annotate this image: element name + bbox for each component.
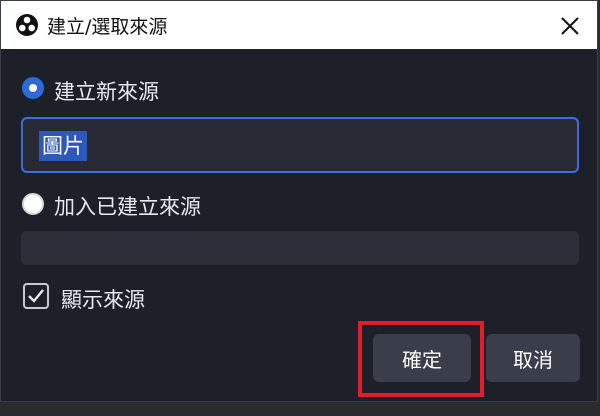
dialog-title: 建立/選取來源 [47, 16, 168, 38]
source-name-input[interactable]: 圖片 [21, 117, 579, 173]
add-existing-label: 加入已建立來源 [54, 195, 201, 219]
ok-button[interactable]: 確定 [373, 334, 471, 382]
create-new-radio[interactable] [22, 77, 44, 99]
close-icon[interactable] [557, 13, 583, 39]
add-existing-radio[interactable] [22, 193, 44, 215]
cancel-button[interactable]: 取消 [486, 334, 580, 382]
existing-source-select[interactable] [21, 231, 579, 265]
checkmark-icon [28, 289, 44, 303]
obs-logo-icon [16, 14, 38, 36]
show-source-checkbox[interactable] [23, 283, 49, 309]
source-name-value: 圖片 [39, 131, 87, 161]
show-source-label: 顯示來源 [61, 288, 145, 312]
title-bar: 建立/選取來源 [1, 1, 597, 49]
create-new-label: 建立新來源 [54, 80, 159, 104]
create-select-source-dialog: 建立/選取來源 建立新來源 圖片 加入已建立來源 顯示來源 確定 取消 [0, 0, 598, 402]
